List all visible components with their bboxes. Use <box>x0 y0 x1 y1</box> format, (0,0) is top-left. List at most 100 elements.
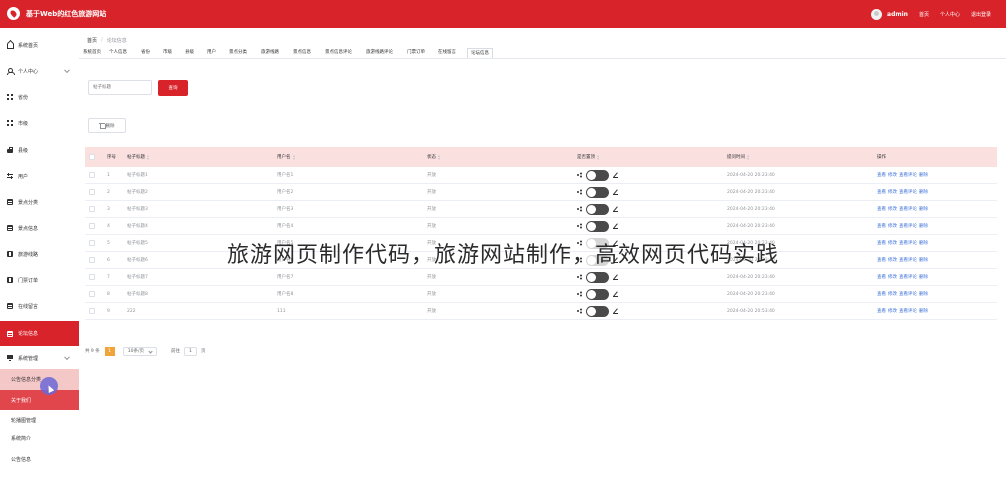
view-link[interactable]: 查看 <box>877 189 886 195</box>
sidebar-item-forum[interactable]: 论坛信息 <box>0 321 79 346</box>
sidebar-subitem-intro[interactable]: 系统简介 <box>0 429 79 448</box>
tab-tour-route[interactable]: 旅游线路 <box>261 48 279 58</box>
sidebar-item-user[interactable]: 用户 <box>0 170 79 182</box>
checkbox[interactable] <box>89 206 95 212</box>
view-comments-link[interactable]: 查看评论 <box>899 223 917 229</box>
checkbox[interactable] <box>89 189 95 195</box>
edit-link[interactable]: 修改 <box>888 274 897 280</box>
pinned-toggle[interactable] <box>586 220 609 232</box>
avatar[interactable] <box>871 8 883 20</box>
tab-user[interactable]: 用户 <box>207 48 216 58</box>
pinned-toggle[interactable] <box>586 169 609 181</box>
header-time[interactable]: 提问时间 <box>727 147 750 167</box>
pagination-page[interactable]: 1 <box>104 346 115 356</box>
sidebar-item-profile[interactable]: 个人中心 <box>0 65 79 77</box>
view-link[interactable]: 查看 <box>877 206 886 212</box>
edit-icon[interactable] <box>613 292 618 297</box>
sort-icon[interactable] <box>438 154 441 160</box>
row-checkbox[interactable] <box>89 269 95 285</box>
header-pinned[interactable]: 是否置顶 <box>577 147 600 167</box>
username[interactable]: admin <box>887 11 908 18</box>
view-comments-link[interactable]: 查看评论 <box>899 172 917 178</box>
edit-icon[interactable] <box>613 207 618 212</box>
edit-link[interactable]: 修改 <box>888 308 897 314</box>
view-link[interactable]: 查看 <box>877 308 886 314</box>
sidebar-subitem-about[interactable]: 关于我们 <box>0 390 79 410</box>
post-title-search-input[interactable] <box>88 80 152 95</box>
delete-button[interactable]: 删除 <box>88 118 126 133</box>
sidebar-subitem-carousel[interactable]: 轮播图管理 <box>0 411 79 430</box>
tab-county[interactable]: 县级 <box>185 48 194 58</box>
view-link[interactable]: 查看 <box>877 172 886 178</box>
delete-link[interactable]: 删除 <box>919 274 928 280</box>
edit-link[interactable]: 修改 <box>888 189 897 195</box>
delete-link[interactable]: 删除 <box>919 206 928 212</box>
sidebar-item-message[interactable]: 在线留言 <box>0 300 79 312</box>
tab-scenic-info[interactable]: 景点信息 <box>293 48 311 58</box>
checkbox[interactable] <box>89 308 95 314</box>
page-size-select[interactable]: 10条/页 <box>122 346 157 356</box>
edit-icon[interactable] <box>613 224 618 229</box>
edit-icon[interactable] <box>613 275 618 280</box>
edit-icon[interactable] <box>613 309 618 314</box>
tab-profile[interactable]: 个人信息 <box>109 48 127 58</box>
view-link[interactable]: 查看 <box>877 223 886 229</box>
pinned-toggle[interactable] <box>586 305 609 317</box>
row-checkbox[interactable] <box>89 201 95 217</box>
sidebar-item-province[interactable]: 省份 <box>0 91 79 103</box>
row-checkbox[interactable] <box>89 218 95 234</box>
view-comments-link[interactable]: 查看评论 <box>899 206 917 212</box>
home-link[interactable]: 首页 <box>919 11 929 18</box>
row-checkbox[interactable] <box>89 184 95 200</box>
delete-link[interactable]: 删除 <box>919 308 928 314</box>
tab-route-comment[interactable]: 旅游线路评论 <box>366 48 393 58</box>
view-link[interactable]: 查看 <box>877 274 886 280</box>
search-button[interactable]: 查询 <box>158 80 188 96</box>
view-comments-link[interactable]: 查看评论 <box>899 291 917 297</box>
row-checkbox[interactable] <box>89 303 95 319</box>
view-comments-link[interactable]: 查看评论 <box>899 274 917 280</box>
sort-icon[interactable] <box>597 154 600 160</box>
edit-icon[interactable] <box>613 173 618 178</box>
sidebar-subitem-notice[interactable]: 公告信息 <box>0 450 79 469</box>
sidebar-item-county[interactable]: 县级 <box>0 144 79 156</box>
header-title[interactable]: 帖子标题 <box>127 147 150 167</box>
sidebar-item-scenic-info[interactable]: 景点信息 <box>0 222 79 234</box>
tab-city[interactable]: 市级 <box>163 48 172 58</box>
sidebar-item-ticket-order[interactable]: 门票订单 <box>0 274 79 286</box>
delete-link[interactable]: 删除 <box>919 172 928 178</box>
sidebar-item-home[interactable]: 系统首页 <box>0 39 79 51</box>
pinned-toggle[interactable] <box>586 288 609 300</box>
view-comments-link[interactable]: 查看评论 <box>899 308 917 314</box>
checkbox[interactable] <box>89 154 95 160</box>
sort-icon[interactable] <box>147 154 150 160</box>
checkbox[interactable] <box>89 223 95 229</box>
delete-link[interactable]: 删除 <box>919 291 928 297</box>
view-link[interactable]: 查看 <box>877 291 886 297</box>
view-comments-link[interactable]: 查看评论 <box>899 189 917 195</box>
logout-link[interactable]: 退出登录 <box>971 11 991 18</box>
header-status[interactable]: 状态 <box>427 147 441 167</box>
checkbox[interactable] <box>89 274 95 280</box>
pinned-toggle[interactable] <box>586 203 609 215</box>
tab-scenic-comment[interactable]: 景点信息评论 <box>325 48 352 58</box>
sidebar-item-scenic-category[interactable]: 景点分类 <box>0 196 79 208</box>
tab-forum[interactable]: 论坛信息 <box>467 48 493 58</box>
delete-link[interactable]: 删除 <box>919 189 928 195</box>
sidebar-item-system[interactable]: 系统管理 <box>0 352 79 364</box>
edit-link[interactable]: 修改 <box>888 172 897 178</box>
row-checkbox[interactable] <box>89 286 95 302</box>
edit-icon[interactable] <box>613 190 618 195</box>
delete-link[interactable]: 删除 <box>919 223 928 229</box>
tab-home[interactable]: 系统首页 <box>83 48 101 58</box>
sidebar-item-city[interactable]: 市级 <box>0 117 79 129</box>
pinned-toggle[interactable] <box>586 186 609 198</box>
sort-icon[interactable] <box>747 154 750 160</box>
sort-icon[interactable] <box>292 154 296 160</box>
header-user[interactable]: 用户名 <box>277 147 296 167</box>
tab-scenic-category[interactable]: 景点分类 <box>229 48 247 58</box>
tab-message[interactable]: 在线留言 <box>438 48 456 58</box>
checkbox[interactable] <box>89 291 95 297</box>
profile-link[interactable]: 个人中心 <box>940 11 960 18</box>
pinned-toggle[interactable] <box>586 271 609 283</box>
